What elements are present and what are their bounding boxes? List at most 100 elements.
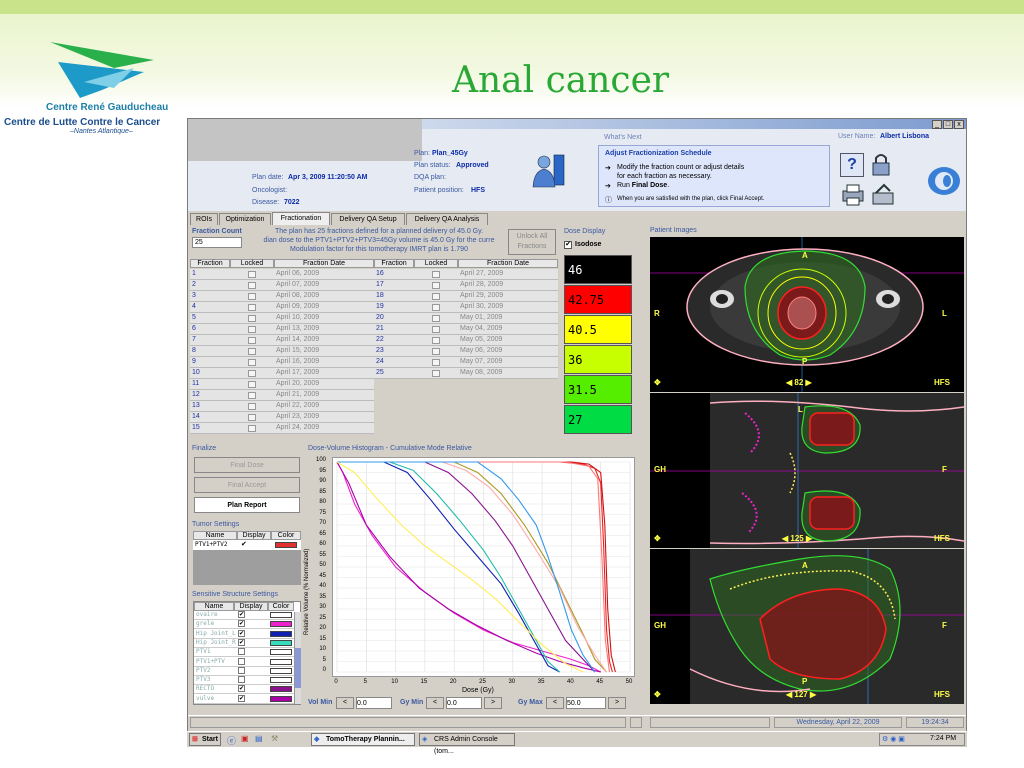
view3-slice[interactable]: ◀ 127 ▶ — [786, 690, 816, 699]
locked-checkbox[interactable] — [432, 348, 440, 355]
tab-rois[interactable]: ROIs — [190, 213, 218, 225]
locked-checkbox[interactable] — [248, 271, 256, 278]
vol-min-input[interactable] — [356, 697, 392, 709]
tool-icon[interactable]: ⚒ — [271, 734, 278, 743]
locked-checkbox[interactable] — [248, 337, 256, 344]
sensitive-row[interactable]: PTV1 — [194, 648, 294, 658]
sensitive-row-color-swatch[interactable] — [270, 630, 292, 637]
sensitive-row-color-swatch[interactable] — [270, 612, 292, 618]
final-dose-button[interactable]: Final Dose — [194, 457, 300, 473]
tumor-row[interactable]: PTV1+PTV2 ✔ — [193, 540, 301, 550]
locked-checkbox[interactable] — [248, 293, 256, 300]
locked-checkbox[interactable] — [248, 381, 256, 388]
sensitive-row[interactable]: RECTO ✔ — [194, 685, 294, 695]
tab-delivery-qa-setup[interactable]: Delivery QA Setup — [331, 213, 405, 225]
sensitive-row[interactable]: vulve ✔ — [194, 694, 294, 704]
ct-axial-view[interactable]: A P R L ◀ 82 ▶ HFS ✥ — [650, 237, 964, 392]
sensitive-row-color-swatch[interactable] — [270, 649, 292, 656]
tray-icons[interactable]: ⚙ ◉ ▣ — [882, 735, 905, 743]
final-accept-button[interactable]: Final Accept — [194, 477, 300, 493]
pan-icon[interactable]: ✥ — [654, 534, 661, 543]
fraction-row[interactable]: 22 May 05, 2009 — [374, 335, 558, 346]
fraction-row[interactable]: 10 April 17, 2009 — [190, 368, 374, 379]
fraction-row[interactable]: 12 April 21, 2009 — [190, 390, 374, 401]
locked-checkbox[interactable] — [248, 315, 256, 322]
isodose-level[interactable]: 36 — [564, 345, 632, 374]
taskbar-tomotherapy[interactable]: ◈ TomoTherapy Plannin... — [311, 733, 415, 746]
gy-max-input[interactable] — [566, 697, 606, 709]
locked-checkbox[interactable] — [248, 392, 256, 399]
sensitive-row[interactable]: PTV2 — [194, 666, 294, 676]
fraction-row[interactable]: 16 April 27, 2009 — [374, 269, 558, 280]
plan-report-button[interactable]: Plan Report — [194, 497, 300, 513]
sensitive-row-color-swatch[interactable] — [270, 667, 292, 674]
sensitive-scrollbar[interactable] — [294, 612, 301, 704]
help-icon[interactable]: ? — [840, 153, 864, 177]
sensitive-row-checkbox[interactable]: ✔ — [238, 694, 245, 702]
tab-delivery-qa-analysis[interactable]: Delivery QA Analysis — [406, 213, 488, 225]
unlock-all-fractions-button[interactable]: Unlock All Fractions — [508, 229, 556, 255]
fraction-row[interactable]: 2 April 07, 2009 — [190, 280, 374, 291]
pan-icon[interactable]: ✥ — [654, 690, 661, 699]
fraction-row[interactable]: 8 April 15, 2009 — [190, 346, 374, 357]
locked-checkbox[interactable] — [432, 337, 440, 344]
isodose-checkbox[interactable]: ✔ — [564, 241, 572, 249]
sensitive-row[interactable]: Hip Joint_R ✔ — [194, 638, 294, 648]
fraction-row[interactable]: 23 May 06, 2009 — [374, 346, 558, 357]
sensitive-row-checkbox[interactable] — [238, 657, 245, 665]
isodose-level[interactable]: 42.75 — [564, 285, 632, 314]
fraction-row[interactable]: 17 April 28, 2009 — [374, 280, 558, 291]
fraction-row[interactable]: 3 April 08, 2009 — [190, 291, 374, 302]
locked-checkbox[interactable] — [432, 359, 440, 366]
sensitive-row-checkbox[interactable]: ✔ — [238, 611, 245, 618]
sensitive-row-color-swatch[interactable] — [270, 621, 292, 628]
ct-sagittal-view[interactable]: A P GH F ◀ 127 ▶ HFS ✥ — [650, 549, 964, 704]
sensitive-row-color-swatch[interactable] — [270, 658, 292, 665]
fraction-row[interactable]: 19 April 30, 2009 — [374, 302, 558, 313]
locked-checkbox[interactable] — [248, 304, 256, 311]
start-button[interactable]: ⊞ Start — [189, 733, 221, 746]
sensitive-row-checkbox[interactable]: ✔ — [238, 620, 245, 628]
locked-checkbox[interactable] — [432, 315, 440, 322]
sensitive-row-color-swatch[interactable] — [270, 639, 292, 646]
tab-optimization[interactable]: Optimization — [219, 213, 271, 225]
sensitive-row-checkbox[interactable]: ✔ — [238, 638, 245, 646]
fraction-row[interactable]: 25 May 08, 2009 — [374, 368, 558, 379]
printer-icon[interactable] — [840, 183, 866, 207]
locked-checkbox[interactable] — [248, 282, 256, 289]
isodose-level[interactable]: 27 — [564, 405, 632, 434]
tools-icon[interactable] — [870, 183, 896, 207]
ct-coronal-view[interactable]: L GH F ◀ 125 ▶ HFS ✥ — [650, 393, 964, 548]
tab-fractionation[interactable]: Fractionation — [272, 212, 330, 225]
gy-max-prev-button[interactable]: < — [546, 697, 564, 709]
fraction-row[interactable]: 24 May 07, 2009 — [374, 357, 558, 368]
fraction-row[interactable]: 1 April 06, 2009 — [190, 269, 374, 280]
locked-checkbox[interactable] — [432, 293, 440, 300]
app-icon[interactable]: ▣ — [241, 734, 249, 743]
gy-min-prev-button[interactable]: < — [426, 697, 444, 709]
dvh-plot-area[interactable] — [332, 457, 635, 677]
sensitive-row-checkbox[interactable] — [238, 666, 245, 674]
locked-checkbox[interactable] — [248, 414, 256, 421]
close-button[interactable]: x — [954, 120, 964, 129]
fraction-row[interactable]: 4 April 09, 2009 — [190, 302, 374, 313]
sensitive-row-checkbox[interactable] — [238, 676, 245, 684]
fraction-count-input[interactable] — [192, 237, 242, 248]
locked-checkbox[interactable] — [248, 403, 256, 410]
lock-icon[interactable] — [868, 151, 894, 177]
fraction-row[interactable]: 20 May 01, 2009 — [374, 313, 558, 324]
fraction-row[interactable]: 11 April 20, 2009 — [190, 379, 374, 390]
sensitive-row-color-swatch[interactable] — [270, 695, 292, 702]
fraction-row[interactable]: 13 April 22, 2009 — [190, 401, 374, 412]
sensitive-row[interactable]: Hip Joint_L ✔ — [194, 629, 294, 639]
fraction-row[interactable]: 15 April 24, 2009 — [190, 423, 374, 434]
sensitive-row-checkbox[interactable]: ✔ — [238, 629, 245, 637]
locked-checkbox[interactable] — [432, 304, 440, 311]
tumor-row-checkbox[interactable]: ✔ — [241, 540, 247, 548]
fraction-row[interactable]: 5 April 10, 2009 — [190, 313, 374, 324]
locked-checkbox[interactable] — [432, 282, 440, 289]
fraction-row[interactable]: 18 April 29, 2009 — [374, 291, 558, 302]
sensitive-row[interactable]: PTV3 — [194, 676, 294, 686]
gy-max-next-button[interactable]: > — [608, 697, 626, 709]
patient-figure-icon[interactable] — [530, 153, 568, 189]
